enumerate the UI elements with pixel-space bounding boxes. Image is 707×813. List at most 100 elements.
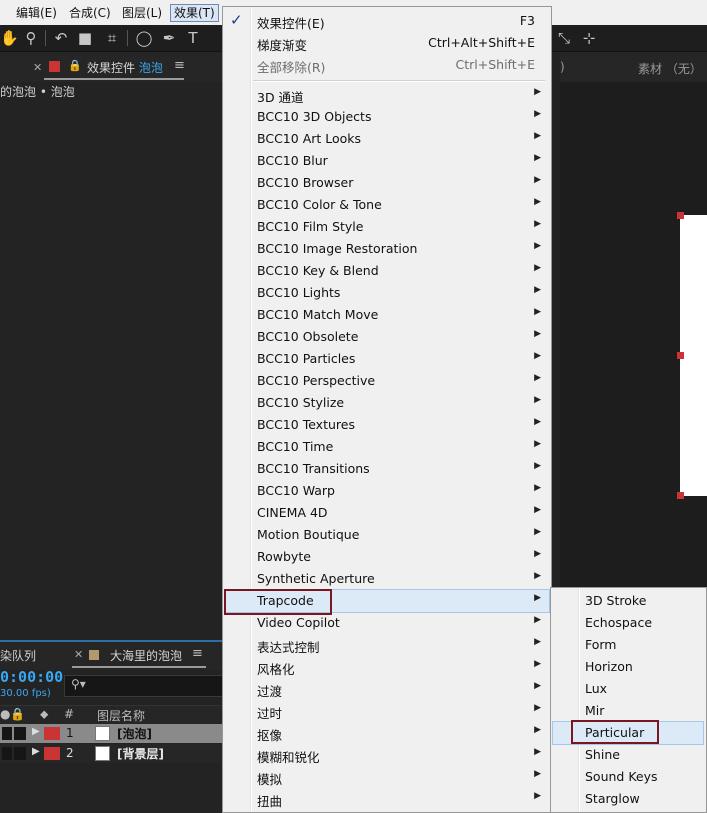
transform-handle[interactable] xyxy=(677,212,684,219)
submenu-item-label: Starglow xyxy=(585,791,640,806)
lock-toggle[interactable] xyxy=(14,727,26,740)
menu-item-bcc10-blur[interactable]: BCC10 Blur ▶ xyxy=(225,150,549,172)
pan-behind-tool-icon[interactable]: ⌗ xyxy=(103,29,121,47)
submenu-item-starglow[interactable]: Starglow xyxy=(553,788,703,810)
submenu-item-sound-keys[interactable]: Sound Keys xyxy=(553,766,703,788)
transform-handle[interactable] xyxy=(677,352,684,359)
footage-tab[interactable]: 素材 （无） xyxy=(638,60,702,77)
menu-item-effect-controls[interactable]: ✓ 效果控件(E) F3 xyxy=(225,10,549,32)
hand-tool-icon[interactable]: ✋ xyxy=(0,29,19,47)
menu-item-cinema-4d[interactable]: CINEMA 4D ▶ xyxy=(225,502,549,524)
label-column-icon: ⬥ xyxy=(40,707,49,721)
triangle-right-icon: ▶ xyxy=(534,615,541,625)
expand-triangle-icon[interactable]: ▶ xyxy=(32,726,40,737)
expand-triangle-icon[interactable]: ▶ xyxy=(32,746,40,757)
menu-item-bcc10-key-blend[interactable]: BCC10 Key & Blend ▶ xyxy=(225,260,549,282)
triangle-right-icon: ▶ xyxy=(534,571,541,581)
menu-item-bcc10-time[interactable]: BCC10 Time ▶ xyxy=(225,436,549,458)
menu-item-bcc10-obsolete[interactable]: BCC10 Obsolete ▶ xyxy=(225,326,549,348)
visibility-toggle[interactable] xyxy=(2,727,12,740)
ellipse-tool-icon[interactable]: ◯ xyxy=(135,29,153,47)
submenu-item-label: Form xyxy=(585,637,617,652)
triangle-right-icon: ▶ xyxy=(534,329,541,339)
submenu-item-mir[interactable]: Mir xyxy=(553,700,703,722)
menu-item-bcc10-image-restoration[interactable]: BCC10 Image Restoration ▶ xyxy=(225,238,549,260)
layer-name-column[interactable]: 图层名称 xyxy=(97,707,145,724)
menu-item-bcc10-textures[interactable]: BCC10 Textures ▶ xyxy=(225,414,549,436)
menu-item-remove-all[interactable]: 全部移除(R) Ctrl+Shift+E xyxy=(225,54,549,76)
triangle-right-icon: ▶ xyxy=(534,725,541,735)
layer-row[interactable]: ▶ 1 [泡泡] xyxy=(0,724,222,743)
layer-swatch xyxy=(95,746,110,761)
close-tab-icon[interactable]: ✕ xyxy=(74,648,83,661)
layer-row[interactable]: ▶ 2 [背景层] xyxy=(0,744,222,763)
menu-item-bcc10-match-move[interactable]: BCC10 Match Move ▶ xyxy=(225,304,549,326)
menu-item-bcc10-art-looks[interactable]: BCC10 Art Looks ▶ xyxy=(225,128,549,150)
panel-menu-icon[interactable]: ≡ xyxy=(174,58,185,73)
menu-item-video-copilot[interactable]: Video Copilot ▶ xyxy=(225,612,549,634)
menu-layer[interactable]: 图层(L) xyxy=(119,5,165,21)
menu-separator xyxy=(253,80,545,82)
timecode-display[interactable]: 0:00:00 xyxy=(0,668,63,686)
menu-item-[interactable]: 过时 ▶ xyxy=(225,700,549,722)
effect-controls-tab-title[interactable]: 效果控件 泡泡 xyxy=(87,59,163,76)
layer-color-label[interactable] xyxy=(44,747,60,760)
transform-handle[interactable] xyxy=(677,492,684,499)
menu-item-rowbyte[interactable]: Rowbyte ▶ xyxy=(225,546,549,568)
menu-item-3d[interactable]: 3D 通道 ▶ xyxy=(225,84,549,106)
triangle-right-icon: ▶ xyxy=(534,263,541,273)
composition-tab[interactable]: 大海里的泡泡 xyxy=(110,647,182,664)
panel-menu-icon[interactable]: ≡ xyxy=(192,646,203,661)
rotate-tool-icon[interactable]: ↶ xyxy=(52,29,70,47)
menu-item-synthetic-aperture[interactable]: Synthetic Aperture ▶ xyxy=(225,568,549,590)
menu-item-gradient-ramp[interactable]: 梯度渐变 Ctrl+Alt+Shift+E xyxy=(225,32,549,54)
menu-edit[interactable]: 编辑(E) xyxy=(13,5,60,21)
layer-name[interactable]: [泡泡] xyxy=(117,725,152,742)
submenu-item-3d-stroke[interactable]: 3D Stroke xyxy=(553,590,703,612)
menu-item-[interactable]: 表达式控制 ▶ xyxy=(225,634,549,656)
menu-item-bcc10-perspective[interactable]: BCC10 Perspective ▶ xyxy=(225,370,549,392)
menu-item-bcc10-transitions[interactable]: BCC10 Transitions ▶ xyxy=(225,458,549,480)
menu-item-[interactable]: 扭曲 ▶ xyxy=(225,788,549,810)
menu-item-[interactable]: 抠像 ▶ xyxy=(225,722,549,744)
submenu-item-shine[interactable]: Shine xyxy=(553,744,703,766)
selected-layer-bounds[interactable] xyxy=(680,215,707,496)
submenu-item-echospace[interactable]: Echospace xyxy=(553,612,703,634)
menu-composition[interactable]: 合成(C) xyxy=(66,5,114,21)
submenu-item-horizon[interactable]: Horizon xyxy=(553,656,703,678)
layer-number: 1 xyxy=(66,726,74,740)
zoom-tool-icon[interactable]: ⚲ xyxy=(22,29,40,47)
menu-item-motion-boutique[interactable]: Motion Boutique ▶ xyxy=(225,524,549,546)
layer-color-label[interactable] xyxy=(44,727,60,740)
triangle-right-icon: ▶ xyxy=(534,109,541,119)
submenu-item-form[interactable]: Form xyxy=(553,634,703,656)
layer-search-input[interactable]: ⚲▾ xyxy=(64,675,224,697)
menu-effect[interactable]: 效果(T) xyxy=(170,4,219,22)
menu-item-bcc10-color-tone[interactable]: BCC10 Color & Tone ▶ xyxy=(225,194,549,216)
submenu-item-lux[interactable]: Lux xyxy=(553,678,703,700)
menu-item-bcc10-3d-objects[interactable]: BCC10 3D Objects ▶ xyxy=(225,106,549,128)
menu-item-[interactable]: 模拟 ▶ xyxy=(225,766,549,788)
pen-tool-icon[interactable]: ✒ xyxy=(160,29,178,47)
menu-item-[interactable]: 风格化 ▶ xyxy=(225,656,549,678)
menu-item-[interactable]: 过渡 ▶ xyxy=(225,678,549,700)
menu-item-bcc10-lights[interactable]: BCC10 Lights ▶ xyxy=(225,282,549,304)
text-tool-icon[interactable]: T xyxy=(184,29,202,47)
grid-icon[interactable]: ⊹ xyxy=(580,29,598,47)
lock-toggle[interactable] xyxy=(14,747,26,760)
menu-item-label: BCC10 Textures xyxy=(257,417,355,432)
layer-name[interactable]: [背景层] xyxy=(117,745,164,762)
menu-item-bcc10-browser[interactable]: BCC10 Browser ▶ xyxy=(225,172,549,194)
lock-icon[interactable]: 🔒 xyxy=(68,59,82,72)
menu-item-bcc10-particles[interactable]: BCC10 Particles ▶ xyxy=(225,348,549,370)
close-panel-icon[interactable]: ✕ xyxy=(33,61,42,74)
menu-item-bcc10-film-style[interactable]: BCC10 Film Style ▶ xyxy=(225,216,549,238)
render-queue-tab[interactable]: 染队列 xyxy=(0,647,36,664)
menu-item-[interactable]: 模糊和锐化 ▶ xyxy=(225,744,549,766)
camera-tool-icon[interactable]: ■ xyxy=(76,29,94,47)
menu-item-label: Rowbyte xyxy=(257,549,311,564)
menu-item-bcc10-warp[interactable]: BCC10 Warp ▶ xyxy=(225,480,549,502)
snap-icon[interactable]: ⤡ xyxy=(555,29,573,47)
menu-item-bcc10-stylize[interactable]: BCC10 Stylize ▶ xyxy=(225,392,549,414)
visibility-toggle[interactable] xyxy=(2,747,12,760)
